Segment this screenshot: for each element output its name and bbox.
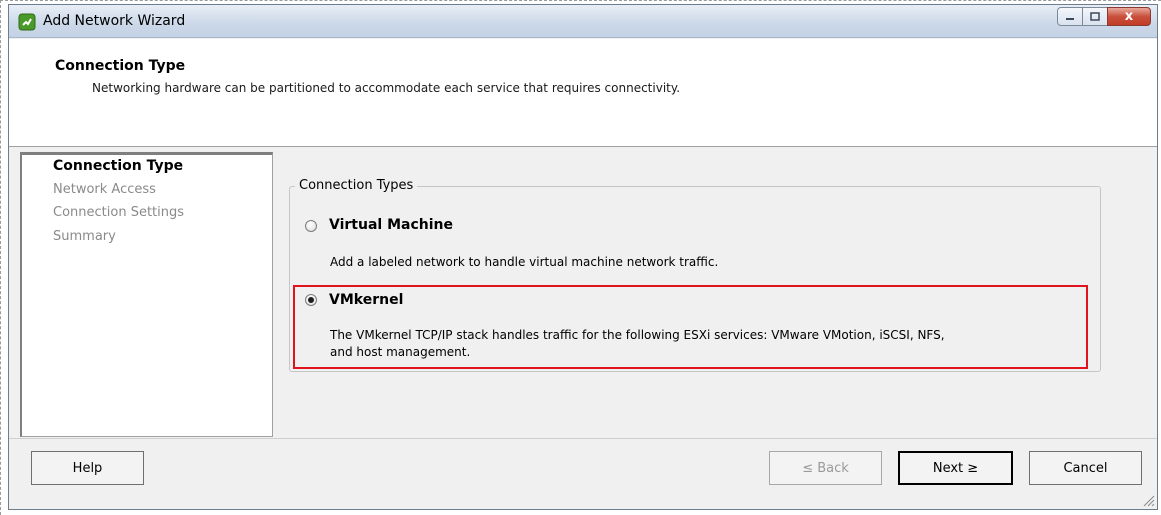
header-description: Networking hardware can be partitioned t… xyxy=(92,81,681,95)
back-button-label: ≤ Back xyxy=(802,460,849,476)
close-icon: x xyxy=(1124,9,1134,24)
minimize-icon xyxy=(1066,17,1074,20)
cancel-button[interactable]: Cancel xyxy=(1029,451,1142,485)
window-title: Add Network Wizard xyxy=(43,13,186,29)
minimize-button[interactable] xyxy=(1057,7,1083,26)
resize-grip-icon[interactable] xyxy=(1141,493,1155,507)
virtual-machine-label[interactable]: Virtual Machine xyxy=(329,217,453,233)
step-network-access[interactable]: Network Access xyxy=(53,182,156,197)
step-connection-type[interactable]: Connection Type xyxy=(53,158,183,174)
next-button[interactable]: Next ≥ xyxy=(898,451,1013,485)
group-legend: Connection Types xyxy=(295,178,418,193)
step-connection-settings[interactable]: Connection Settings xyxy=(53,205,184,220)
cancel-button-label: Cancel xyxy=(1063,460,1108,476)
maximize-icon xyxy=(1090,11,1100,21)
button-bar-separator xyxy=(9,438,1157,439)
close-button[interactable]: x xyxy=(1107,7,1151,26)
wizard-header: Connection Type Networking hardware can … xyxy=(9,39,1157,147)
maximize-button[interactable] xyxy=(1082,7,1108,26)
step-summary[interactable]: Summary xyxy=(53,229,116,244)
wizard-steps-panel: Connection Type Network Access Connectio… xyxy=(20,152,273,437)
header-title: Connection Type xyxy=(55,58,186,74)
next-button-label: Next ≥ xyxy=(932,460,979,476)
back-button[interactable]: ≤ Back xyxy=(769,451,882,485)
virtual-machine-description: Add a labeled network to handle virtual … xyxy=(330,255,719,269)
virtual-machine-radio[interactable] xyxy=(305,220,317,232)
title-bar[interactable]: Add Network Wizard x xyxy=(9,5,1157,38)
vsphere-app-icon xyxy=(18,13,36,31)
help-button-label: Help xyxy=(72,460,103,476)
wizard-window: Add Network Wizard x Connection Type Net… xyxy=(8,4,1158,510)
window-controls: x xyxy=(1057,7,1151,27)
help-button[interactable]: Help xyxy=(31,451,144,485)
vmkernel-highlight-box xyxy=(293,285,1088,369)
